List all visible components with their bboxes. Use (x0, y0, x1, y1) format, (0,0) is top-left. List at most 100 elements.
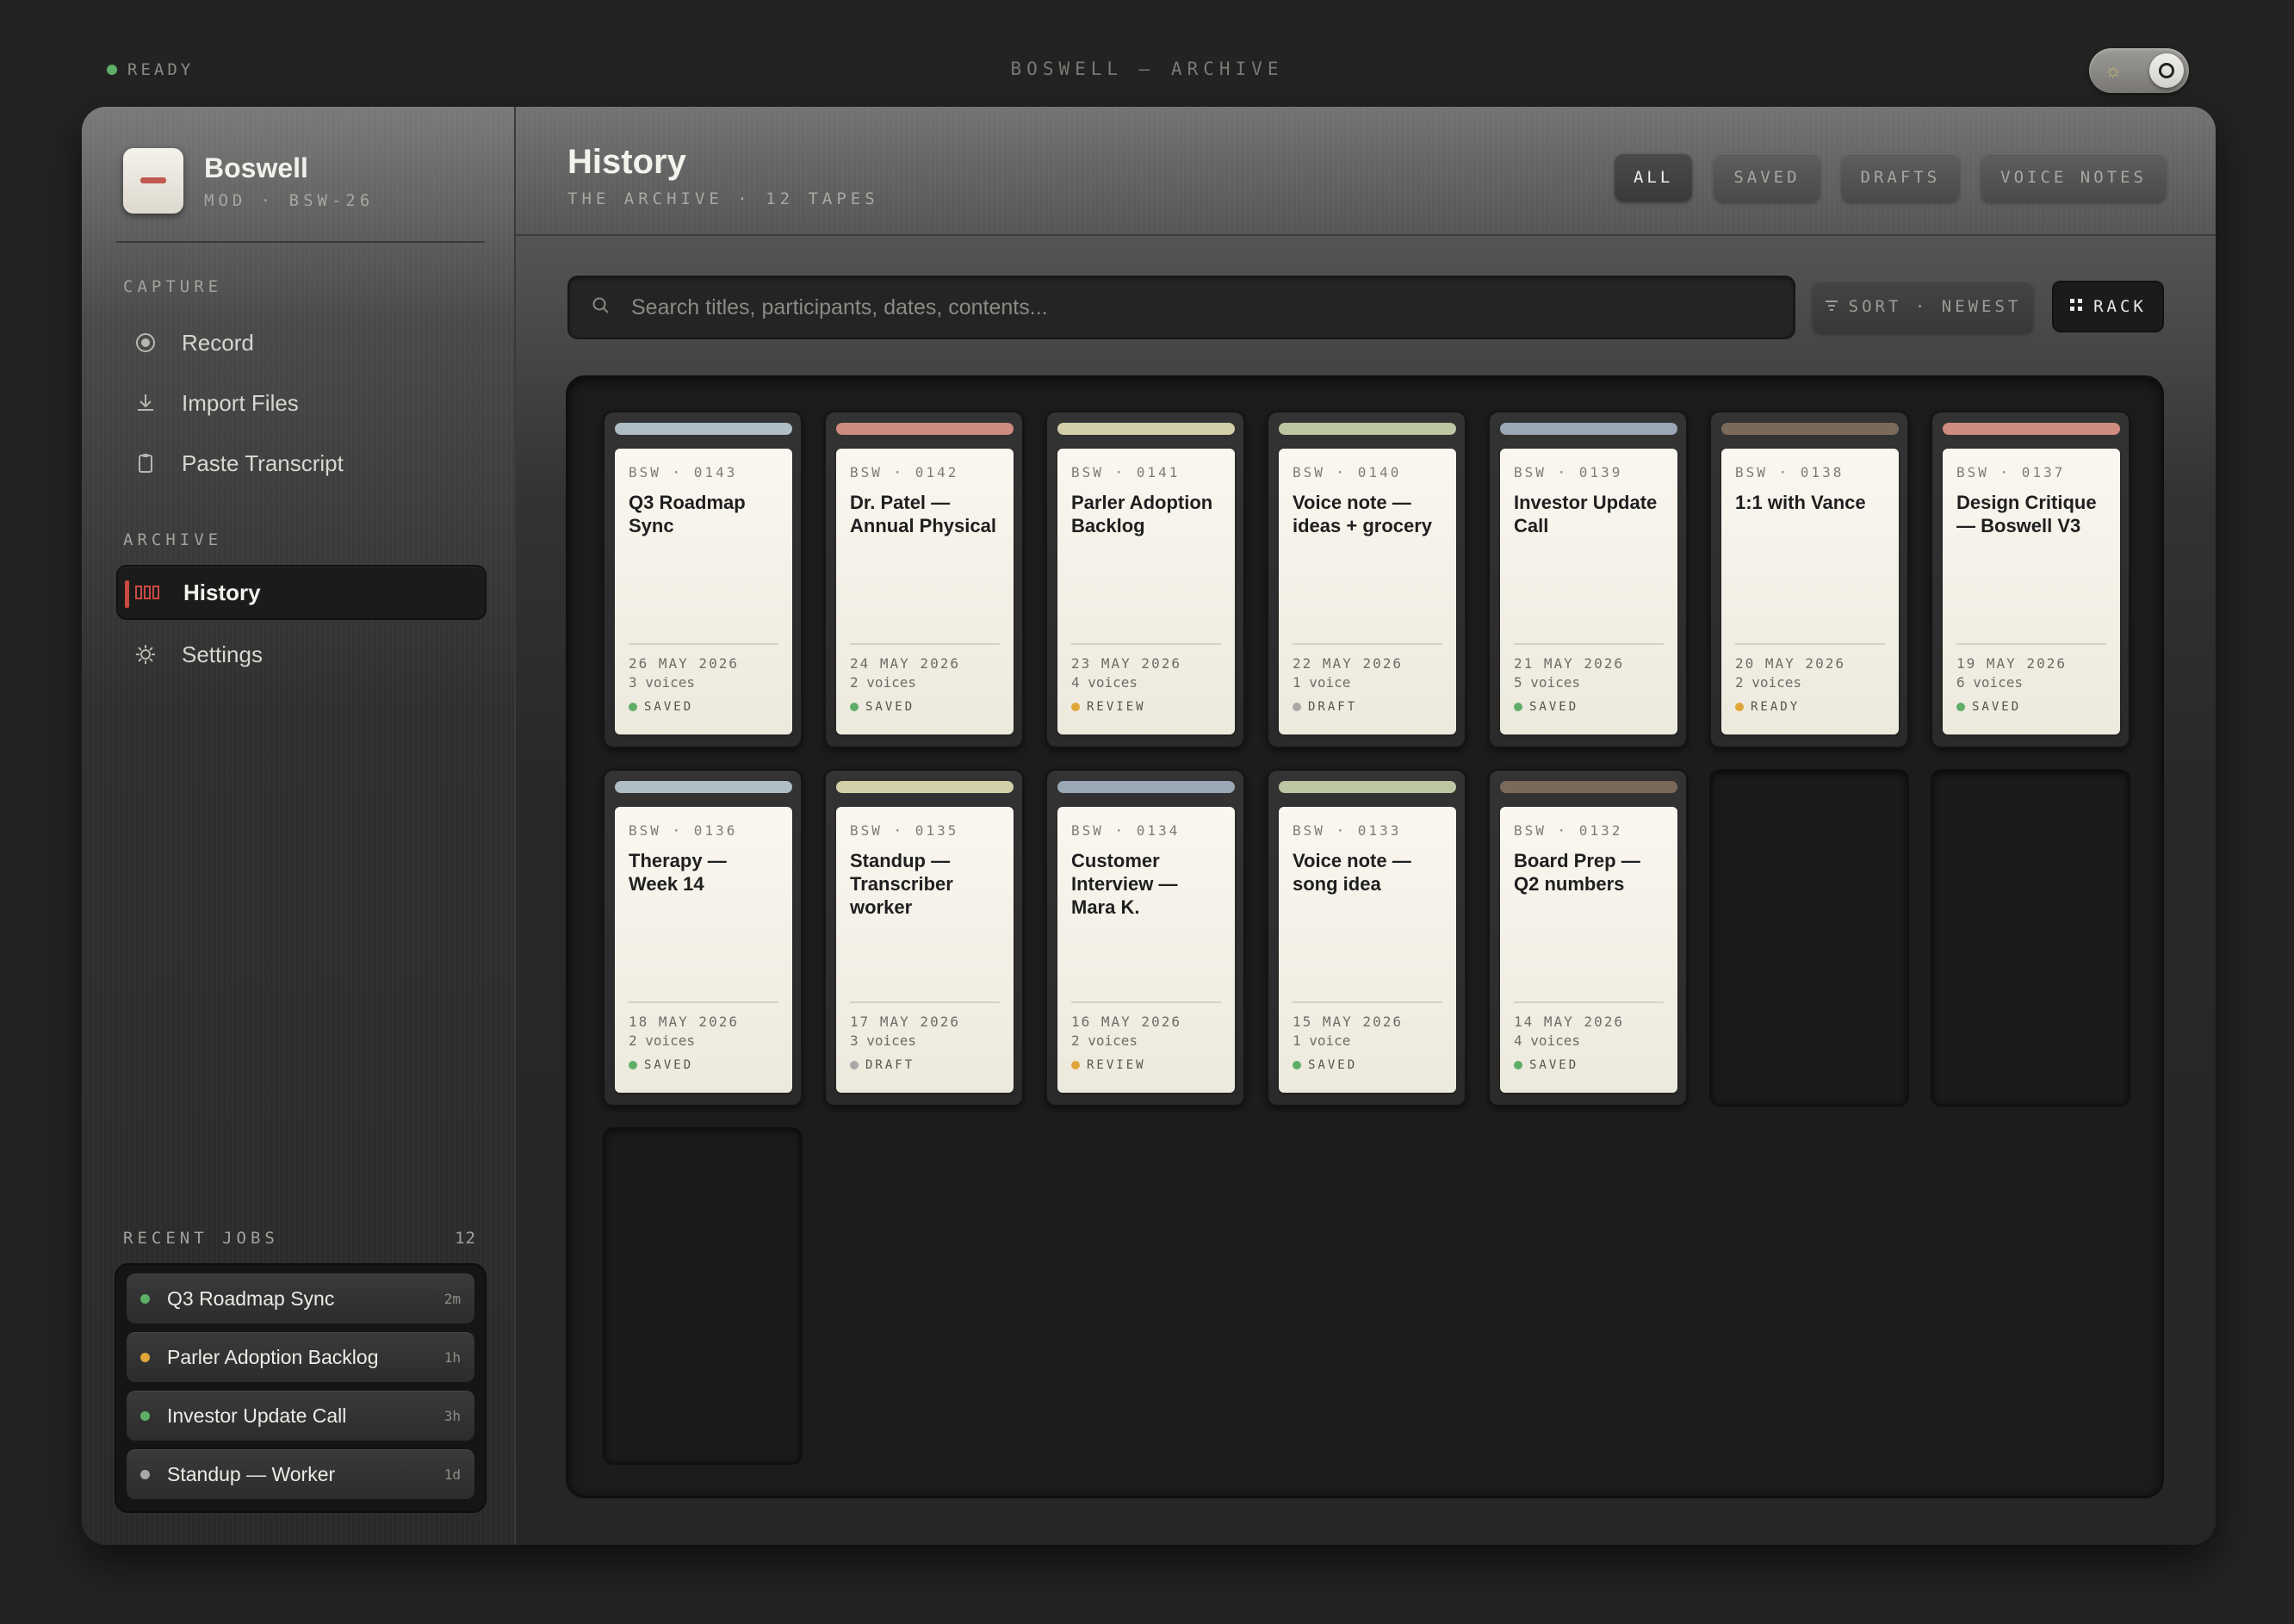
tape-date: 18 MAY 2026 (629, 1013, 739, 1030)
tape-card[interactable]: BSW · 0142 Dr. Patel — Annual Physical 24 … (824, 411, 1024, 748)
tape-title: Standup — Transcriber worker (850, 850, 953, 918)
tape-card[interactable]: BSW · 0136 Therapy — Week 14 18 MAY 2026 2 … (603, 769, 803, 1106)
nav-item-label: Import Files (182, 389, 299, 416)
job-time: 3h (443, 1407, 461, 1424)
tape-date: 22 MAY 2026 (1293, 655, 1403, 672)
brand-model: MOD · BSW-26 (204, 190, 375, 210)
nav-item-import-files[interactable]: Import Files (116, 375, 487, 431)
page-subtitle: THE ARCHIVE · 12 TAPES (567, 189, 879, 208)
tape-code: BSW · 0139 (1514, 464, 1623, 480)
tape-card[interactable]: BSW · 0141 Parler Adoption Backlog 23 MAY … (1045, 411, 1245, 748)
tape-label: BSW · 0135 Standup — Transcriber worker 17… (836, 807, 1014, 1093)
tape-divider (1071, 1001, 1221, 1003)
tape-label: BSW · 0132 Board Prep — Q2 numbers 14 MAY … (1500, 807, 1677, 1093)
tape-spine (836, 423, 1014, 435)
filter-tab-drafts[interactable]: DRAFTS (1841, 153, 1960, 201)
tape-card[interactable]: BSW · 0134 Customer Interview — Mara K. 16… (1045, 769, 1245, 1106)
tape-spine (1057, 423, 1235, 435)
recent-job-item[interactable]: Standup — Worker 1d (127, 1449, 474, 1499)
tape-card[interactable]: BSW · 0133 Voice note — song idea 15 MAY 2… (1267, 769, 1466, 1106)
tape-spine (1279, 423, 1456, 435)
search-bar[interactable] (567, 276, 1795, 339)
sort-button[interactable]: SORT · NEWEST (1813, 281, 2033, 332)
tape-code: BSW · 0140 (1293, 464, 1402, 480)
page-header: History THE ARCHIVE · 12 TAPES ALL SAVED D… (516, 107, 2216, 236)
job-label: Investor Update Call (167, 1404, 347, 1427)
tape-spine (1500, 781, 1677, 793)
tape-card[interactable]: BSW · 0140 Voice note — ideas + grocery 22… (1267, 411, 1466, 748)
recent-jobs-list: Q3 Roadmap Sync 2m Parler Adoption Backlog… (115, 1263, 487, 1513)
tape-spine (1721, 423, 1899, 435)
job-label: Q3 Roadmap Sync (167, 1286, 335, 1310)
clipboard-icon (132, 449, 159, 477)
tape-status-dot (1735, 703, 1744, 711)
filter-tab-saved[interactable]: SAVED (1714, 153, 1820, 201)
tape-divider (1956, 643, 2106, 645)
tape-status: REVIEW (1071, 700, 1146, 714)
filter-tab-voice-notes[interactable]: VOICE NOTES (1981, 153, 2166, 201)
tape-divider (1293, 643, 1442, 645)
tape-voices: 2 voices (1071, 1032, 1138, 1049)
tape-spine (836, 781, 1014, 793)
tape-divider (1735, 643, 1885, 645)
tape-title: Voice note — ideas + grocery (1293, 492, 1433, 536)
tape-spine (615, 423, 792, 435)
job-status-dot (140, 1410, 150, 1421)
tape-title: Customer Interview — Mara K. (1071, 850, 1178, 918)
tape-date: 15 MAY 2026 (1293, 1013, 1403, 1030)
recent-job-item[interactable]: Q3 Roadmap Sync 2m (127, 1274, 474, 1323)
tape-status-text: SAVED (644, 1058, 694, 1072)
tape-title: Investor Update Call (1514, 492, 1658, 536)
section-label-archive: ARCHIVE (123, 530, 223, 549)
tape-date: 19 MAY 2026 (1956, 655, 2067, 672)
gear-icon (132, 641, 159, 668)
job-status-dot (140, 1293, 150, 1304)
recent-jobs-header: RECENT JOBS 12 (123, 1229, 476, 1248)
theme-toggle[interactable]: ☼ (2089, 48, 2189, 93)
tape-status-text: REVIEW (1087, 700, 1146, 714)
tape-status: DRAFT (1293, 700, 1357, 714)
tape-divider (1514, 1001, 1664, 1003)
tape-code: BSW · 0141 (1071, 464, 1181, 480)
tape-label: BSW · 0137 Design Critique — Boswell V3 19… (1943, 449, 2120, 735)
tape-card[interactable]: BSW · 0132 Board Prep — Q2 numbers 14 MAY … (1488, 769, 1688, 1106)
tape-voices: 2 voices (629, 1032, 696, 1049)
recent-job-item[interactable]: Investor Update Call 3h (127, 1391, 474, 1441)
tape-divider (850, 643, 1000, 645)
tape-status: SAVED (1514, 700, 1578, 714)
job-time: 1h (443, 1348, 461, 1366)
tape-status-dot (1293, 703, 1301, 711)
tape-status-dot (850, 1061, 859, 1069)
tape-spine (1500, 423, 1677, 435)
recent-job-item[interactable]: Parler Adoption Backlog 1h (127, 1332, 474, 1382)
tape-card[interactable]: BSW · 0143 Q3 Roadmap Sync 26 MAY 2026 3 vo… (603, 411, 803, 748)
tape-card[interactable]: BSW · 0137 Design Critique — Boswell V3 19… (1931, 411, 2130, 748)
top-bar: READY BOSWELL — ARCHIVE ☼ (0, 0, 2294, 107)
tape-status-text: DRAFT (865, 1058, 915, 1072)
nav-item-paste-transcript[interactable]: Paste Transcript (116, 436, 487, 491)
rack-label: RACK (2093, 297, 2147, 316)
tape-status-text: SAVED (1972, 700, 2022, 714)
tape-label: BSW · 0140 Voice note — ideas + grocery 22… (1279, 449, 1456, 735)
nav-item-settings[interactable]: Settings (116, 627, 487, 682)
tape-status-dot (1071, 703, 1080, 711)
tape-card[interactable]: BSW · 0135 Standup — Transcriber worker 17… (824, 769, 1024, 1106)
nav-item-record[interactable]: Record (116, 315, 487, 370)
tape-title: Board Prep — Q2 numbers (1514, 850, 1640, 895)
tape-status-text: SAVED (1529, 1058, 1579, 1072)
tape-card[interactable]: BSW · 0139 Investor Update Call 21 MAY 202… (1488, 411, 1688, 748)
tape-status: DRAFT (850, 1058, 914, 1072)
search-input[interactable] (631, 294, 1751, 320)
nav-item-label: Paste Transcript (182, 449, 344, 476)
filter-tab-all[interactable]: ALL (1614, 153, 1693, 201)
tape-status-text: SAVED (865, 700, 915, 714)
tape-title: Q3 Roadmap Sync (629, 492, 746, 536)
empty-slot (603, 1127, 803, 1465)
tape-status-text: SAVED (1308, 1058, 1358, 1072)
nav-item-history[interactable]: History (116, 565, 487, 620)
tape-title: Design Critique — Boswell V3 (1956, 492, 2097, 536)
rack-view-button[interactable]: RACK (2052, 281, 2164, 332)
tape-voices: 1 voice (1293, 674, 1351, 691)
tape-card[interactable]: BSW · 0138 1:1 with Vance 20 MAY 2026 2 voi… (1709, 411, 1909, 748)
toggle-knob[interactable] (2149, 53, 2184, 88)
